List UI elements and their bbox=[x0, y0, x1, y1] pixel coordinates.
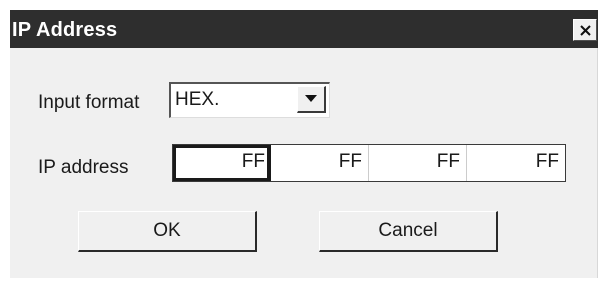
ip-address-label: IP address bbox=[38, 157, 129, 178]
dialog-title: IP Address bbox=[12, 19, 118, 41]
ip-octet-2-input[interactable]: FF bbox=[271, 145, 369, 181]
ip-octet-3-input[interactable]: FF bbox=[369, 145, 467, 181]
ip-octet-1-value: FF bbox=[241, 151, 265, 172]
ip-octet-4-value: FF bbox=[535, 151, 559, 172]
cancel-button[interactable]: Cancel bbox=[319, 211, 498, 252]
ip-octet-4-input[interactable]: FF bbox=[467, 145, 565, 181]
ip-octet-1-input[interactable]: FF bbox=[173, 145, 271, 181]
close-icon bbox=[580, 25, 591, 36]
input-format-label: Input format bbox=[38, 92, 140, 113]
ip-octet-3-value: FF bbox=[436, 151, 460, 172]
title-bar[interactable]: IP Address bbox=[10, 10, 598, 48]
ip-octet-2-value: FF bbox=[338, 151, 362, 172]
input-format-value: HEX. bbox=[175, 89, 220, 110]
close-button[interactable] bbox=[573, 19, 597, 41]
ip-address-field: FF FF FF FF bbox=[172, 144, 566, 182]
ip-address-dialog: IP Address Input format HEX. IP address … bbox=[10, 10, 598, 278]
ok-button[interactable]: OK bbox=[78, 211, 257, 252]
chevron-down-icon bbox=[305, 95, 317, 102]
input-format-select[interactable]: HEX. bbox=[169, 82, 330, 118]
dropdown-button[interactable] bbox=[297, 86, 326, 113]
